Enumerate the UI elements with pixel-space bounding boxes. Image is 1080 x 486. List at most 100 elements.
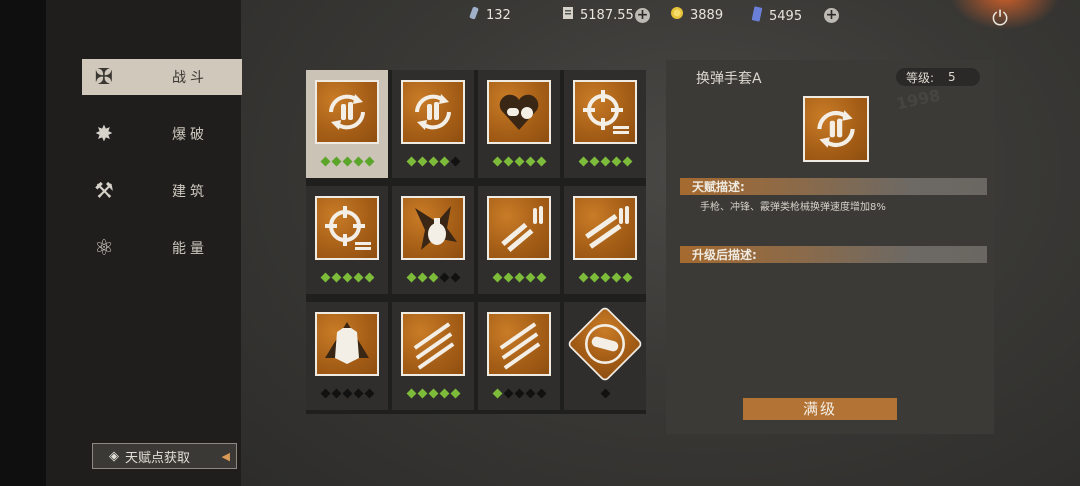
level-pip [611, 156, 621, 167]
heart-pill-icon [487, 80, 551, 144]
level-pips [306, 156, 388, 167]
level-pip [600, 388, 610, 399]
coin-count: 3889 [690, 7, 724, 23]
rifles-ammo-icon [573, 196, 637, 260]
explosion-icon: ✸ [94, 121, 114, 147]
level-pip [514, 272, 524, 283]
level-pip [536, 272, 546, 283]
level-pip [578, 272, 588, 283]
level-pip [600, 156, 610, 167]
level-pip [439, 388, 449, 399]
level-badge: 等级: 5 [896, 68, 980, 86]
level-pip [331, 156, 341, 167]
level-pip [320, 156, 330, 167]
watermark: 1998 [894, 85, 943, 114]
add-card-button[interactable]: + [824, 8, 839, 23]
resource-gem: 132 [468, 6, 511, 24]
talent-cell[interactable] [478, 302, 560, 410]
level-pips [306, 272, 388, 283]
level-pips [478, 156, 560, 167]
talent-cell[interactable] [306, 70, 388, 178]
build-icon: ⚒ [94, 178, 114, 204]
sidebar-item-explosion[interactable]: ✸ 爆破 [82, 116, 242, 152]
level-pips [306, 388, 388, 399]
reload-ammo-icon [401, 80, 465, 144]
resource-cash: 5187.55 [562, 6, 634, 24]
level-pips [392, 388, 474, 399]
talent-cell[interactable] [478, 70, 560, 178]
talent-cell[interactable] [306, 302, 388, 410]
guns-ammo-icon [487, 196, 551, 260]
rifles-icon [401, 312, 465, 376]
level-pip [353, 272, 363, 283]
level-pip [331, 388, 341, 399]
level-pip [342, 388, 352, 399]
cash-icon [562, 6, 574, 24]
gem-icon [468, 6, 480, 24]
level-pip [428, 272, 438, 283]
level-pips [564, 272, 646, 283]
talent-cell[interactable] [392, 70, 474, 178]
talent-point-source-button[interactable]: ◈ 天赋点获取 ◀ [92, 443, 237, 469]
level-value: 5 [948, 70, 956, 84]
level-pip [439, 272, 449, 283]
level-pip [428, 388, 438, 399]
level-pip [342, 272, 352, 283]
level-pips [478, 272, 560, 283]
level-pip [536, 156, 546, 167]
sidebar-item-label: 能量 [172, 241, 208, 257]
level-pip [503, 156, 513, 167]
resource-coin: 3889 [670, 6, 723, 24]
level-pip [364, 156, 374, 167]
level-pips [564, 388, 646, 399]
level-pip [589, 272, 599, 283]
power-icon[interactable]: ⏻ [992, 6, 1008, 30]
talent-cell[interactable] [306, 186, 388, 294]
level-label: 等级: [906, 70, 935, 85]
level-pip [622, 272, 632, 283]
level-pip [331, 272, 341, 283]
talent-detail-panel: 1998 换弹手套A 等级: 5 天赋描述: 手枪、冲锋、霰弹类枪械换弹速度增加… [666, 60, 994, 434]
level-pip [406, 272, 416, 283]
rifles-icon [487, 312, 551, 376]
sidebar-item-combat[interactable]: ✠ 战斗 [82, 59, 242, 95]
talent-description-text: 手枪、冲锋、霰弹类枪械换弹速度增加8% [700, 202, 886, 213]
level-pip [514, 156, 524, 167]
level-pip [353, 156, 363, 167]
level-pip [622, 156, 632, 167]
level-pips [392, 156, 474, 167]
talent-cell[interactable] [564, 70, 646, 178]
talent-point-source-label: 天赋点获取 [125, 450, 191, 466]
add-cash-button[interactable]: + [635, 8, 650, 23]
level-pip [406, 388, 416, 399]
rocket-icon [566, 305, 644, 383]
sidebar-item-energy[interactable]: ⚛ 能量 [82, 230, 242, 266]
level-pip [525, 388, 535, 399]
talent-cell[interactable] [392, 302, 474, 410]
cash-count: 5187.55 [580, 7, 634, 23]
level-pip [492, 156, 502, 167]
talent-cell[interactable] [564, 186, 646, 294]
level-pip [492, 272, 502, 283]
coin-icon [670, 6, 684, 24]
max-level-button[interactable]: 满级 [743, 398, 897, 420]
combat-icon: ✠ [94, 64, 114, 90]
level-pip [611, 272, 621, 283]
talent-cell[interactable] [564, 302, 646, 410]
level-pip [578, 156, 588, 167]
level-pip [589, 156, 599, 167]
resource-bar: 132 5187.55 + 3889 5495 + ⏻ [0, 6, 1080, 30]
crosshair-ammo-icon [573, 80, 637, 144]
level-pip [417, 272, 427, 283]
talent-cell[interactable] [478, 186, 560, 294]
level-pips [478, 388, 560, 399]
crosshair-ammo-icon [315, 196, 379, 260]
talent-cell[interactable] [392, 186, 474, 294]
gem-count: 132 [486, 7, 511, 23]
sidebar-item-build[interactable]: ⚒ 建筑 [82, 173, 242, 209]
reload-ammo-icon [803, 96, 869, 162]
level-pip [320, 388, 330, 399]
level-pip [492, 388, 502, 399]
sidebar-item-label: 爆破 [172, 127, 208, 143]
gem-icon: ◈ [109, 448, 119, 464]
